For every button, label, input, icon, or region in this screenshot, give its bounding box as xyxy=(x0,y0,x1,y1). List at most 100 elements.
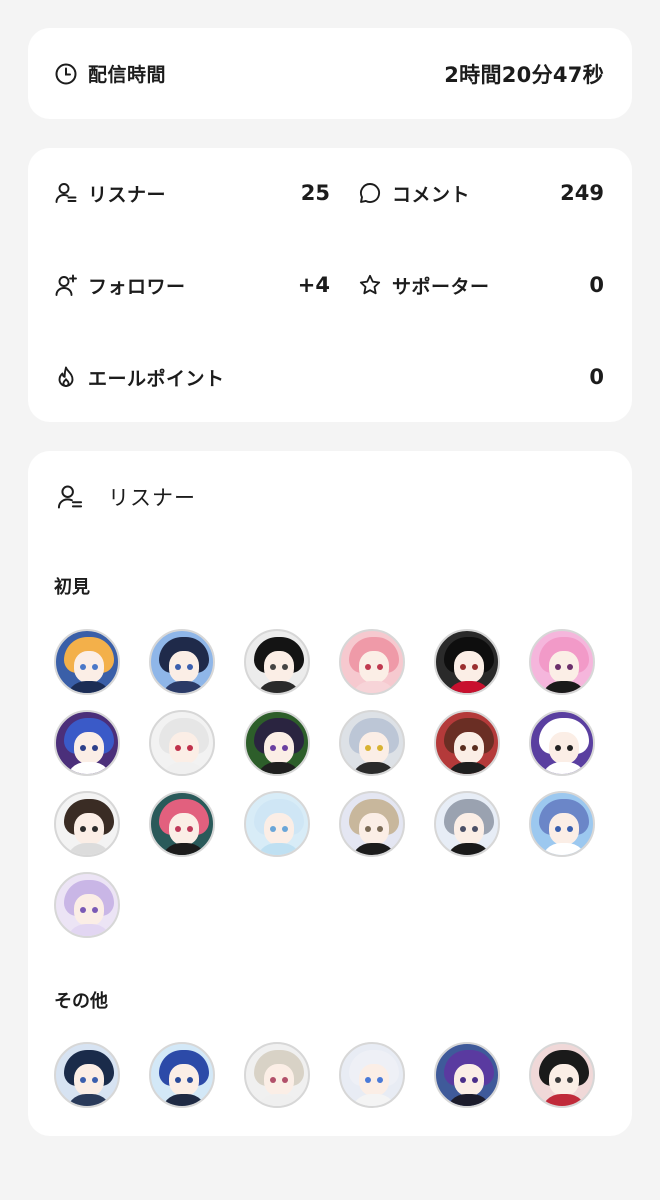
supporters-label: サポーター xyxy=(392,275,490,298)
listener-avatar[interactable] xyxy=(149,710,215,776)
avatar-face xyxy=(359,732,389,764)
avatar-eye xyxy=(567,1077,573,1083)
others-avatar-grid xyxy=(54,1042,595,1108)
avatar-eye xyxy=(80,907,86,913)
avatar-body xyxy=(541,1094,587,1106)
listener-avatar[interactable] xyxy=(54,710,120,776)
avatar-body xyxy=(161,843,207,855)
listener-avatar[interactable] xyxy=(149,1042,215,1108)
listener-avatar[interactable] xyxy=(434,629,500,695)
avatar-eye xyxy=(460,664,466,670)
avatar-body xyxy=(351,681,397,693)
listener-avatar[interactable] xyxy=(244,710,310,776)
avatar-face xyxy=(169,1064,199,1096)
listeners-label: リスナー xyxy=(88,183,167,206)
avatar-eye xyxy=(567,664,573,670)
listener-avatar[interactable] xyxy=(529,710,595,776)
avatar-body xyxy=(351,762,397,774)
avatar-eye xyxy=(567,745,573,751)
listener-avatar[interactable] xyxy=(434,710,500,776)
avatar-eye xyxy=(460,1077,466,1083)
avatar-body xyxy=(446,762,492,774)
avatar-body xyxy=(256,843,302,855)
avatar-body xyxy=(256,681,302,693)
listener-avatar[interactable] xyxy=(434,791,500,857)
avatar-body xyxy=(256,1094,302,1106)
avatar-body xyxy=(446,1094,492,1106)
avatar-eye xyxy=(365,664,371,670)
avatar-eye xyxy=(555,745,561,751)
yell-points-label: エールポイント xyxy=(88,367,225,390)
listener-avatar[interactable] xyxy=(529,791,595,857)
avatar-body xyxy=(446,681,492,693)
avatar-eye xyxy=(282,664,288,670)
listener-avatar[interactable] xyxy=(339,629,405,695)
avatar-eye xyxy=(555,1077,561,1083)
avatar-eye xyxy=(270,1077,276,1083)
avatar-body xyxy=(541,681,587,693)
listener-avatar[interactable] xyxy=(529,629,595,695)
avatar-eye xyxy=(377,664,383,670)
avatar-eye xyxy=(282,1077,288,1083)
stat-supporters: サポーター 0 xyxy=(358,265,604,305)
avatar-eye xyxy=(282,826,288,832)
listener-avatar[interactable] xyxy=(54,629,120,695)
avatar-eye xyxy=(187,826,193,832)
listeners-section-title: リスナー xyxy=(108,486,196,510)
avatar-body xyxy=(541,843,587,855)
avatar-face xyxy=(264,732,294,764)
listener-avatar[interactable] xyxy=(339,791,405,857)
avatar-eye xyxy=(377,745,383,751)
avatar-body xyxy=(66,924,112,936)
avatar-face xyxy=(169,651,199,683)
avatar-eye xyxy=(270,745,276,751)
avatar-eye xyxy=(567,826,573,832)
avatar-face xyxy=(74,1064,104,1096)
listener-avatar[interactable] xyxy=(244,629,310,695)
stat-listeners: リスナー 25 xyxy=(54,173,330,213)
avatar-eye xyxy=(80,664,86,670)
avatar-face xyxy=(359,813,389,845)
avatar-face xyxy=(454,813,484,845)
listeners-value: 25 xyxy=(300,181,330,205)
speech-bubble-icon xyxy=(358,181,382,205)
followers-label: フォロワー xyxy=(88,275,186,298)
listener-avatar[interactable] xyxy=(339,710,405,776)
comments-label: コメント xyxy=(392,183,471,206)
avatar-face xyxy=(74,651,104,683)
avatar-eye xyxy=(187,1077,193,1083)
avatar-body xyxy=(66,1094,112,1106)
listener-avatar[interactable] xyxy=(54,791,120,857)
listener-avatar[interactable] xyxy=(54,1042,120,1108)
avatar-face xyxy=(359,651,389,683)
avatar-face xyxy=(169,732,199,764)
avatar-body xyxy=(161,762,207,774)
avatar-face xyxy=(74,813,104,845)
avatar-eye xyxy=(270,826,276,832)
avatar-eye xyxy=(472,826,478,832)
listener-avatar[interactable] xyxy=(529,1042,595,1108)
avatar-face xyxy=(549,1064,579,1096)
person-list-icon xyxy=(54,181,78,205)
avatar-eye xyxy=(92,745,98,751)
avatar-eye xyxy=(472,664,478,670)
avatar-face xyxy=(454,732,484,764)
avatar-eye xyxy=(92,664,98,670)
star-icon xyxy=(358,273,382,297)
stat-followers: フォロワー +4 xyxy=(54,265,330,305)
comments-value: 249 xyxy=(560,181,604,205)
avatar-face xyxy=(169,813,199,845)
listener-avatar[interactable] xyxy=(244,1042,310,1108)
first-time-avatar-grid xyxy=(54,629,595,938)
listener-avatar[interactable] xyxy=(434,1042,500,1108)
avatar-eye xyxy=(175,1077,181,1083)
listener-avatar[interactable] xyxy=(149,791,215,857)
avatar-face xyxy=(264,813,294,845)
avatar-eye xyxy=(187,745,193,751)
avatar-face xyxy=(454,1064,484,1096)
listener-avatar[interactable] xyxy=(339,1042,405,1108)
listener-avatar[interactable] xyxy=(149,629,215,695)
avatar-body xyxy=(161,681,207,693)
listener-avatar[interactable] xyxy=(244,791,310,857)
listener-avatar[interactable] xyxy=(54,872,120,938)
